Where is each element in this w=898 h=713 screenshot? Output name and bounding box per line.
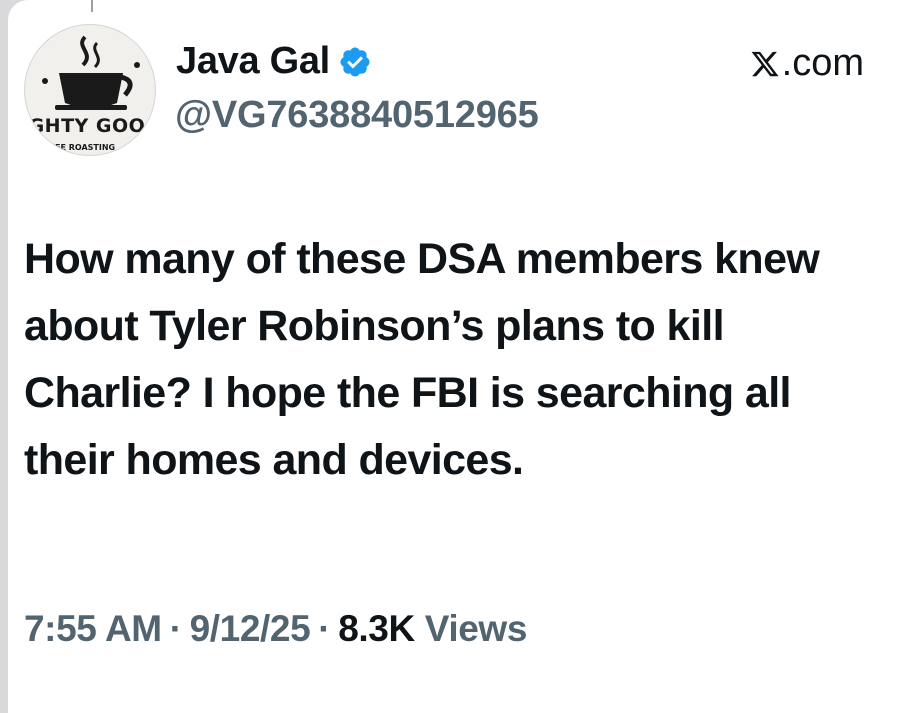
avatar-text-bottom: EE ROASTING [55,143,115,152]
post-time[interactable]: 7:55 AM [24,608,162,650]
author-name-row: Java Gal [176,40,372,83]
author-handle[interactable]: @VG7638840512965 [175,94,539,137]
views-count: 8.3K [338,608,415,649]
views-label: Views [424,608,528,649]
x-logo-icon [751,51,779,76]
post-meta: 7:55 AM · 9/12/25 · 8.3K Views [24,608,527,650]
avatar[interactable]: IGHTY GOO EE ROASTING [24,24,156,156]
verified-badge-icon [340,46,370,77]
post-date[interactable]: 9/12/25 [190,608,311,650]
post-card: IGHTY GOO EE ROASTING Java Gal @VG763884… [8,0,898,713]
site-label: .com [750,42,864,85]
avatar-text-top: IGHTY GOO [25,115,145,137]
meta-separator: · [318,608,331,649]
scroll-edge-marker [91,0,93,12]
post-text: How many of these DSA members knew about… [24,235,820,484]
coffee-logo-icon: IGHTY GOO EE ROASTING [25,35,145,152]
site-domain: .com [781,42,864,84]
author-display-name[interactable]: Java Gal [176,40,330,83]
meta-separator: · [169,608,182,649]
